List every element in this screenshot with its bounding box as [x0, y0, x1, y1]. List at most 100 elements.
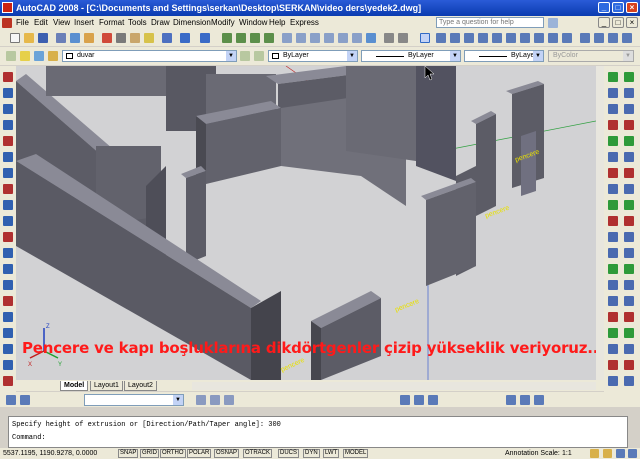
grid-toggle[interactable]: GRID [140, 449, 159, 458]
auto-scale-icon[interactable] [603, 449, 612, 458]
draw-tool-icon[interactable] [3, 200, 13, 210]
draw-tool-icon[interactable] [3, 168, 13, 178]
draw-tool-icon[interactable] [3, 216, 13, 226]
autocad-app-icon[interactable] [2, 2, 13, 13]
cut-icon[interactable] [102, 33, 112, 43]
draw-tool-icon[interactable] [3, 376, 13, 386]
osnap-toggle[interactable]: OSNAP [214, 449, 240, 458]
command-window[interactable]: Specify height of extrusion or [Directio… [8, 416, 628, 448]
dimension-icon[interactable] [196, 395, 206, 405]
modify-tool-icon[interactable] [608, 248, 618, 258]
new-icon[interactable] [10, 33, 20, 43]
modify-tool-icon[interactable] [608, 200, 618, 210]
properties-icon[interactable] [282, 33, 292, 43]
modify-tool-icon[interactable] [624, 328, 634, 338]
modify-tool-icon[interactable] [624, 72, 634, 82]
modify-tool-icon[interactable] [608, 232, 618, 242]
tab-model[interactable]: Model [60, 381, 89, 391]
draw-tool-icon[interactable] [3, 136, 13, 146]
ne-iso-icon[interactable] [548, 33, 558, 43]
modify-tool-icon[interactable] [624, 376, 634, 386]
layer-freeze-icon[interactable] [34, 51, 44, 61]
tab-layout1[interactable]: Layout1 [90, 381, 123, 391]
menu-edit[interactable]: Edit [34, 18, 48, 27]
annotation-visibility-icon[interactable] [590, 449, 599, 458]
linetype-dropdown[interactable]: ByLayer ▼ [361, 50, 461, 62]
lwt-toggle[interactable]: LWT [323, 449, 340, 458]
draw-tool-icon[interactable] [3, 88, 13, 98]
menu-insert[interactable]: Insert [74, 18, 94, 27]
draw-tool-icon[interactable] [3, 360, 13, 370]
se-iso-icon[interactable] [534, 33, 544, 43]
drawing-viewport[interactable]: pencere pencere pencere pencere X Y Z [16, 66, 596, 380]
modify-tool-icon[interactable] [608, 296, 618, 306]
layer-previous-icon[interactable] [254, 51, 264, 61]
block-editor-icon[interactable] [162, 33, 172, 43]
maximize-button[interactable]: □ [612, 2, 624, 13]
modify-tool-icon[interactable] [608, 168, 618, 178]
modify-tool-icon[interactable] [624, 312, 634, 322]
modify-tool-icon[interactable] [624, 168, 634, 178]
menu-window[interactable]: Window [239, 18, 267, 27]
modify-tool-icon[interactable] [608, 328, 618, 338]
layer-manager-icon[interactable] [6, 51, 16, 61]
sw-iso-icon[interactable] [520, 33, 530, 43]
modify-tool-icon[interactable] [624, 232, 634, 242]
close-button[interactable]: × [626, 2, 638, 13]
modify-tool-icon[interactable] [624, 360, 634, 370]
horizontal-scrollbar[interactable] [192, 382, 596, 390]
markup-icon[interactable] [338, 33, 348, 43]
view-front-icon[interactable] [492, 33, 502, 43]
model-toggle[interactable]: MODEL [343, 449, 369, 458]
modify-tool-icon[interactable] [608, 264, 618, 274]
ducs-toggle[interactable]: DUCS [278, 449, 300, 458]
open-icon[interactable] [24, 33, 34, 43]
doc-restore-button[interactable]: □ [612, 17, 624, 28]
visual-style-icon[interactable] [428, 395, 438, 405]
view-back-icon[interactable] [506, 33, 516, 43]
menu-view[interactable]: View [53, 18, 70, 27]
draw-tool-icon[interactable] [3, 280, 13, 290]
otrack-toggle[interactable]: OTRACK [243, 449, 273, 458]
draw-tool-icon[interactable] [3, 232, 13, 242]
modify-tool-icon[interactable] [624, 200, 634, 210]
draw-tool-icon[interactable] [3, 296, 13, 306]
draw-tool-icon[interactable] [3, 328, 13, 338]
view-left-icon[interactable] [464, 33, 474, 43]
modify-tool-icon[interactable] [624, 280, 634, 290]
menu-dimension[interactable]: Dimension [173, 18, 211, 27]
nw-iso-icon[interactable] [562, 33, 572, 43]
help-icon[interactable] [366, 33, 376, 43]
quickcalc-icon[interactable] [352, 33, 362, 43]
copy-icon[interactable] [116, 33, 126, 43]
modify-tool-icon[interactable] [608, 216, 618, 226]
modify-tool-icon[interactable] [624, 88, 634, 98]
modify-tool-icon[interactable] [624, 120, 634, 130]
tool-palettes-icon[interactable] [310, 33, 320, 43]
draw-tool-icon[interactable] [3, 152, 13, 162]
plot-preview-icon[interactable] [70, 33, 80, 43]
modify-tool-icon[interactable] [608, 312, 618, 322]
design-center-icon[interactable] [296, 33, 306, 43]
menu-modify[interactable]: Modify [211, 18, 235, 27]
document-icon[interactable] [2, 18, 12, 28]
modify-tool-icon[interactable] [608, 376, 618, 386]
lineweight-dropdown[interactable]: ByLayer ▼ [464, 50, 544, 62]
ucs-icon[interactable] [6, 395, 16, 405]
menu-tools[interactable]: Tools [128, 18, 147, 27]
layer-lock-icon[interactable] [48, 51, 58, 61]
undo-icon[interactable] [180, 33, 190, 43]
zoom-window-icon[interactable] [250, 33, 260, 43]
ucs-world-icon[interactable] [20, 395, 30, 405]
ortho-toggle[interactable]: ORTHO [160, 449, 186, 458]
paste-icon[interactable] [130, 33, 140, 43]
draw-tool-icon[interactable] [3, 72, 13, 82]
menu-help[interactable]: Help [269, 18, 285, 27]
draw-tool-icon[interactable] [3, 104, 13, 114]
menu-draw[interactable]: Draw [151, 18, 170, 27]
match-properties-icon[interactable] [144, 33, 154, 43]
draw-tool-icon[interactable] [3, 344, 13, 354]
chevron-down-icon[interactable]: ▼ [347, 51, 357, 61]
vertical-scrollbar[interactable] [596, 66, 604, 380]
layer-on-icon[interactable] [20, 51, 30, 61]
